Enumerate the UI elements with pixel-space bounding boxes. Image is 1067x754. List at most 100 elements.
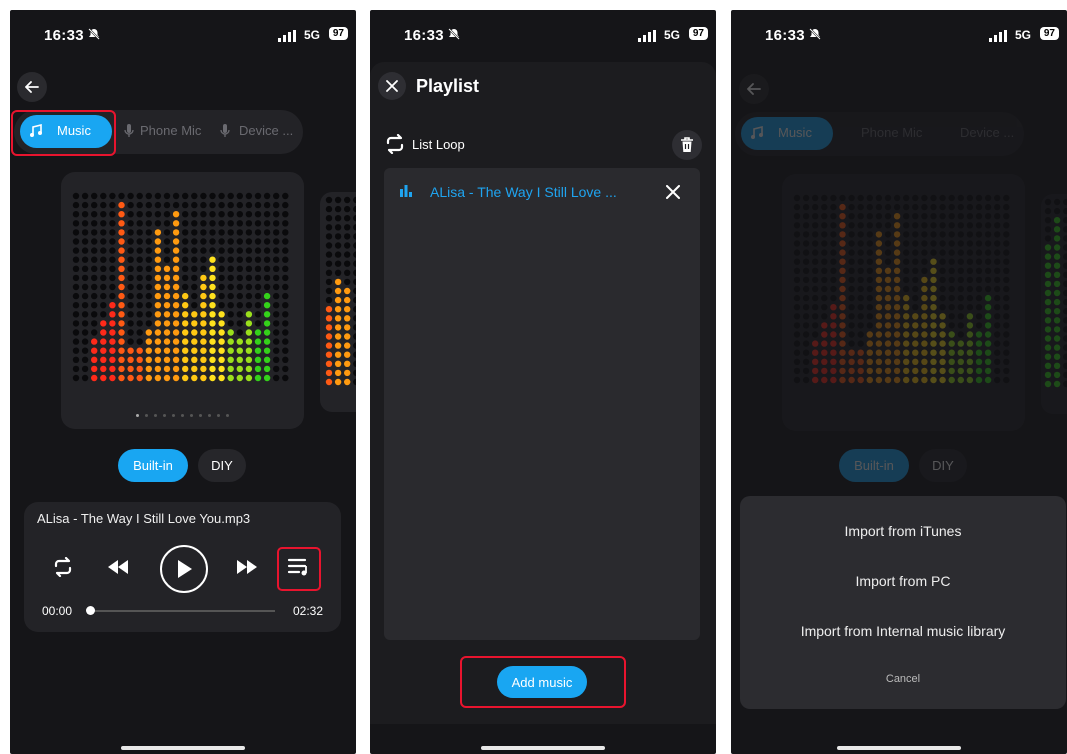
equalizer-dot xyxy=(100,211,107,218)
equalizer-dot xyxy=(172,338,180,345)
equalizer-dot xyxy=(857,340,864,347)
equalizer-dot xyxy=(218,347,225,354)
equalizer-dot xyxy=(334,287,342,295)
equalizer-dot xyxy=(218,292,225,300)
equalizer-dot xyxy=(930,322,937,329)
equalizer-dot xyxy=(893,304,901,311)
equalizer-dot xyxy=(821,240,828,247)
equalizer-dot xyxy=(136,220,143,227)
equalizer-dot xyxy=(154,320,162,327)
equalizer-dot xyxy=(136,256,143,263)
home-indicator[interactable] xyxy=(481,746,605,750)
import-internal-option[interactable]: Import from Internal music library xyxy=(740,623,1066,639)
clear-playlist-button[interactable] xyxy=(672,130,702,160)
equalizer-dot xyxy=(182,320,189,327)
equalizer-dot xyxy=(1053,326,1061,333)
equalizer-dot xyxy=(245,220,253,227)
equalizer-dot xyxy=(263,229,271,236)
equalizer-dot xyxy=(191,229,198,236)
equalizer-dot xyxy=(921,376,928,384)
equalizer-dot xyxy=(245,365,253,373)
equalizer-dot xyxy=(245,238,253,245)
equalizer-dot xyxy=(903,267,910,274)
equalizer-dot xyxy=(903,349,910,356)
equalizer-dot xyxy=(793,322,801,329)
repeat-icon[interactable] xyxy=(384,134,406,154)
equalizer-dot xyxy=(273,365,280,373)
equalizer-dot xyxy=(273,302,280,309)
equalizer-dot xyxy=(1044,353,1052,360)
equalizer-dot xyxy=(866,376,873,384)
equalizer-dot xyxy=(100,247,107,254)
cancel-option[interactable]: Cancel xyxy=(740,673,1066,685)
equalizer-dot xyxy=(848,322,855,329)
equalizer-dot xyxy=(984,222,992,229)
playlist-item-title[interactable]: ALisa - The Way I Still Love ... xyxy=(430,184,617,200)
equalizer-dot xyxy=(848,331,855,338)
equalizer-dot xyxy=(984,203,992,211)
equalizer-dot xyxy=(957,358,964,365)
equalizer-dot xyxy=(830,213,837,220)
remove-icon[interactable] xyxy=(666,185,680,199)
visualizer-card-next[interactable] xyxy=(320,192,356,412)
equalizer-dot xyxy=(912,313,919,320)
builtin-button[interactable]: Built-in xyxy=(118,449,188,482)
equalizer-dot xyxy=(857,194,864,202)
equalizer-dot xyxy=(154,292,162,300)
progress-handle[interactable] xyxy=(86,606,95,615)
equalizer-dot xyxy=(802,340,810,347)
equalizer-dot xyxy=(839,249,846,256)
loop-mode-label[interactable]: List Loop xyxy=(412,137,465,152)
equalizer-dot xyxy=(91,356,98,363)
import-pc-option[interactable]: Import from PC xyxy=(740,573,1066,589)
equalizer-dot xyxy=(857,294,864,302)
close-button[interactable] xyxy=(378,72,406,100)
equalizer-dot xyxy=(1053,344,1061,351)
back-button[interactable] xyxy=(17,72,47,102)
equalizer-dot xyxy=(236,220,243,227)
equalizer-dot xyxy=(802,285,810,293)
equalizer-dot xyxy=(353,242,356,249)
visualizer-card-next xyxy=(1041,194,1067,414)
equalizer-dot xyxy=(812,322,819,329)
equalizer-dot xyxy=(218,192,225,200)
play-button[interactable] xyxy=(160,545,208,593)
previous-button[interactable] xyxy=(104,554,132,580)
equalizer-dot xyxy=(994,276,1001,284)
equalizer-dot xyxy=(830,231,837,238)
equalizer-dot xyxy=(830,294,837,302)
equalizer-dot xyxy=(839,276,846,284)
equalizer-dot xyxy=(72,374,80,382)
import-itunes-option[interactable]: Import from iTunes xyxy=(740,523,1066,539)
next-button[interactable] xyxy=(233,554,261,580)
equalizer-dot xyxy=(921,304,928,311)
equalizer-dot xyxy=(1063,380,1067,388)
equalizer-dot xyxy=(848,276,855,284)
home-indicator[interactable] xyxy=(121,746,245,750)
visualizer-card[interactable] xyxy=(61,172,304,429)
diy-button[interactable]: DIY xyxy=(198,449,246,482)
home-indicator[interactable] xyxy=(837,746,961,750)
equalizer-dot xyxy=(325,233,333,240)
equalizer-dot xyxy=(866,294,873,302)
progress-track[interactable] xyxy=(90,610,275,612)
equalizer-dot xyxy=(172,247,180,254)
equalizer-dot xyxy=(182,292,189,300)
equalizer-dot xyxy=(812,249,819,256)
equalizer-dot xyxy=(200,347,207,354)
equalizer-dot xyxy=(227,283,234,291)
playlist-list: ALisa - The Way I Still Love ... xyxy=(384,168,700,640)
tab-device[interactable]: Device ... xyxy=(239,123,293,138)
equalizer-dot xyxy=(263,329,271,336)
equalizer-dot xyxy=(939,231,946,238)
equalizer-dot xyxy=(100,274,107,282)
equalizer-dot xyxy=(957,267,964,274)
equalizer-dot xyxy=(975,213,983,220)
equalizer-dot xyxy=(145,265,152,272)
tab-phone-mic[interactable]: Phone Mic xyxy=(140,123,201,138)
equalizer-dot xyxy=(966,349,974,356)
equalizer-dot xyxy=(172,211,180,218)
repeat-button[interactable] xyxy=(50,554,76,580)
equalizer-dot xyxy=(218,229,225,236)
equalizer-dot xyxy=(903,322,910,329)
